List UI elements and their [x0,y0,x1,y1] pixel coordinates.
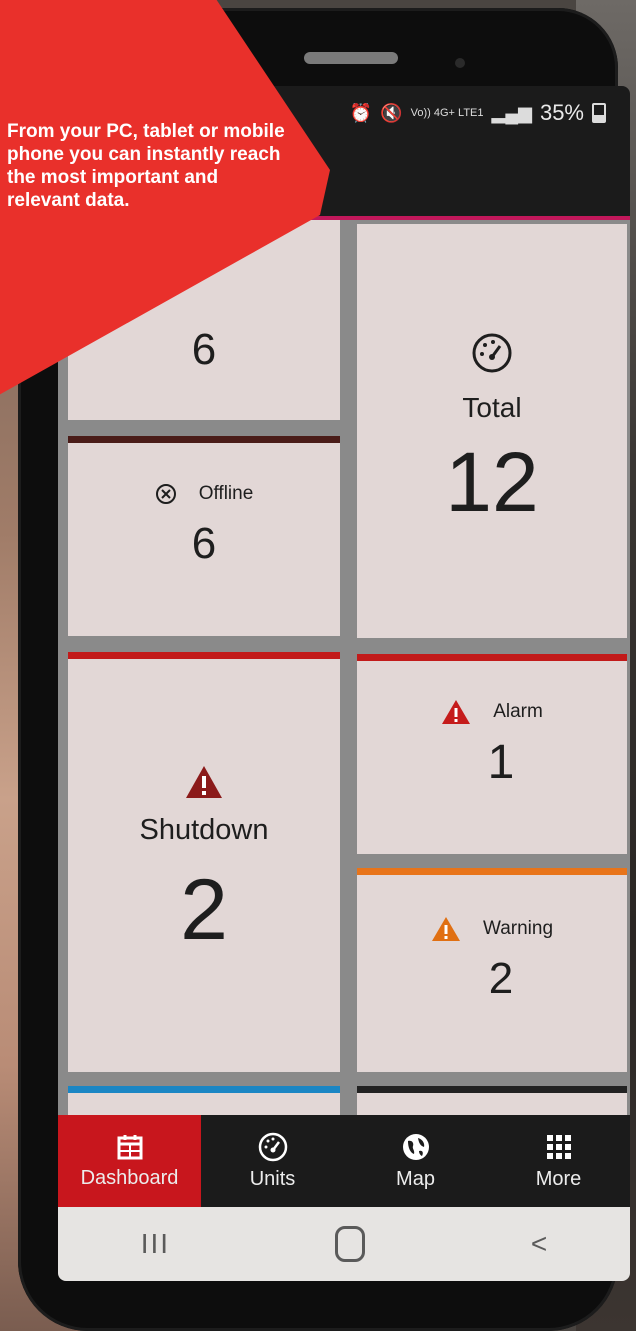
bottom-right-status-bar [357,1086,627,1093]
tile-offline[interactable]: Offline 6 [68,436,340,636]
tile-total-value: 12 [445,434,539,529]
tile-total[interactable]: Total 12 [357,224,627,638]
alarm-status-bar [357,654,627,661]
back-button[interactable]: < [531,1228,547,1260]
calendar-icon [117,1134,142,1159]
tile-offline-label: Offline [198,483,254,504]
nav-map-label: Map [396,1167,435,1190]
nav-more[interactable]: More [487,1115,630,1207]
recents-button[interactable]: III [141,1228,170,1260]
warning-icon [186,766,222,798]
tile-total-label: Total [462,391,522,423]
warning-icon [442,699,471,724]
alarm-clock-icon: ⏰ [349,102,373,123]
battery-icon [592,103,606,123]
speedometer-icon [472,333,512,372]
tile-alarm-value: 1 [487,735,515,789]
warning-icon [431,917,460,941]
home-button[interactable] [335,1226,366,1262]
offline-status-bar [68,436,340,443]
tile-warning-value: 2 [488,954,514,1003]
tile-offline-value: 6 [191,519,217,568]
grid-icon [546,1134,571,1159]
signal-icon: ▂▄▆ [491,102,532,123]
warning-status-bar [357,868,627,875]
bottom-left-status-bar [68,1086,340,1093]
status-right-group: ⏰ 🔇 Vo)) 4G+ LTE1 ▂▄▆ 35% [350,100,606,126]
nav-units-label: Units [249,1167,296,1190]
tile-warning[interactable]: Warning 2 [357,868,627,1072]
earpiece-speaker [304,52,398,64]
front-camera [455,58,465,68]
tile-online-value: 6 [191,325,217,374]
nav-dashboard-label: Dashboard [80,1166,179,1189]
nav-dashboard[interactable]: Dashboard [58,1115,201,1207]
tile-shutdown[interactable]: Shutdown 2 [68,652,340,1072]
promo-callout-text: From your PC, tablet or mobile phone you… [7,121,285,211]
bottom-navigation: Dashboard Units Map More [58,1115,630,1207]
dashboard-grid: 6 Total 12 Offline 6 Shutdown 2 Alarm 1 … [58,220,630,1126]
mute-icon: 🔇 [380,102,403,123]
nav-units[interactable]: Units [201,1115,344,1207]
nav-more-label: More [535,1167,582,1190]
tile-shutdown-label: Shutdown [139,814,269,846]
tile-shutdown-value: 2 [180,862,228,958]
system-navigation-bar: III < [58,1207,630,1281]
battery-percent: 35% [539,100,584,125]
tile-alarm-label: Alarm [493,700,543,722]
tile-alarm[interactable]: Alarm 1 [357,654,627,854]
speedometer-icon [258,1132,287,1161]
tile-warning-label: Warning [482,918,554,939]
nav-map[interactable]: Map [344,1115,487,1207]
shutdown-status-bar [68,652,340,659]
globe-icon [402,1133,429,1160]
close-circle-icon [155,484,176,504]
network-indicator: Vo)) 4G+ LTE1 [410,106,484,119]
